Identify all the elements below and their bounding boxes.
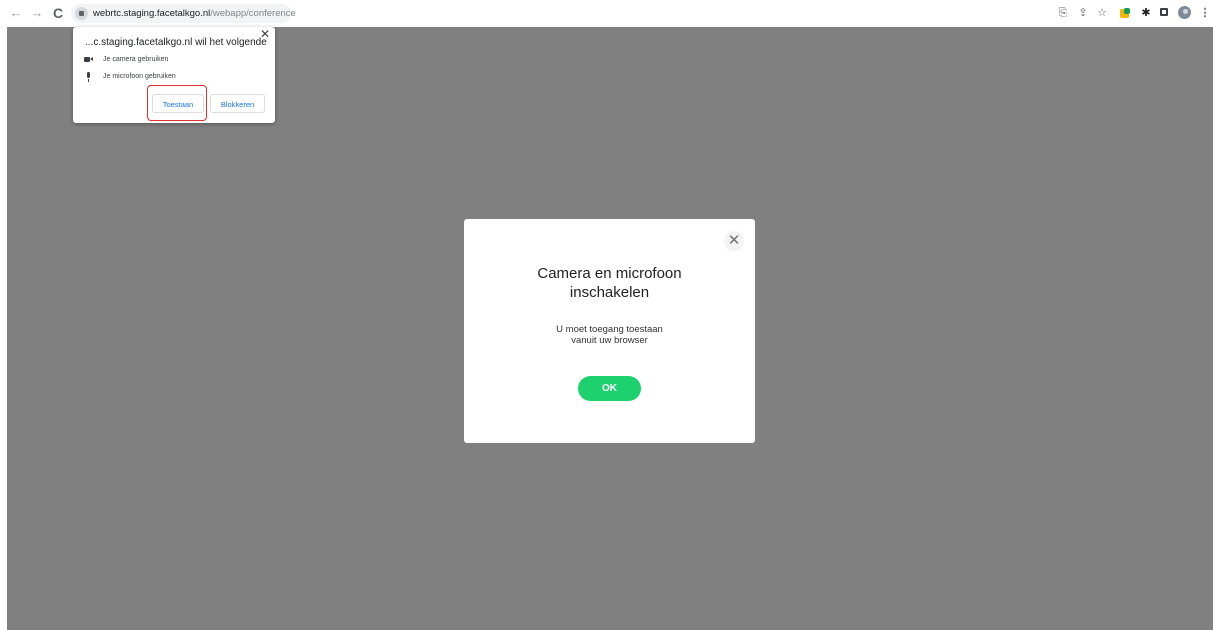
close-icon[interactable]: ✕ <box>724 231 744 251</box>
share-icon[interactable]: ⇪ <box>1076 6 1090 20</box>
forward-icon[interactable]: → <box>29 5 45 21</box>
modal-title: Camera en microfoon inschakelen <box>464 264 755 302</box>
address-bar[interactable]: webrtc.staging.facetalkgo.nl/webapp/conf… <box>71 4 296 23</box>
bookmark-star-icon[interactable]: ☆ <box>1095 6 1109 20</box>
reload-icon[interactable]: C <box>50 5 66 21</box>
extensions-puzzle-icon[interactable]: ✱ <box>1139 6 1153 20</box>
camera-icon <box>83 54 95 66</box>
extension-icon[interactable] <box>1120 8 1130 18</box>
close-icon[interactable]: ✕ <box>258 27 272 41</box>
ok-button[interactable]: OK <box>578 376 641 401</box>
permission-popup: ...c.staging.facetalkgo.nl wil het volge… <box>73 27 275 123</box>
allow-button[interactable]: Toestaan <box>152 94 204 113</box>
browser-toolbar: ← → C webrtc.staging.facetalkgo.nl/webap… <box>0 0 1213 27</box>
modal-message-line2: vanuit uw browser <box>571 335 648 346</box>
modal-title-line2: inschakelen <box>569 284 650 301</box>
microphone-permission-label: Je microfoon gebruiken <box>103 73 176 80</box>
translate-icon[interactable]: ⎘ <box>1056 6 1070 20</box>
back-icon[interactable]: ← <box>8 5 24 21</box>
url-host: webrtc.staging.facetalkgo.nl <box>93 8 211 19</box>
url-text[interactable]: webrtc.staging.facetalkgo.nl/webapp/conf… <box>93 7 296 20</box>
profile-avatar-icon[interactable] <box>1178 6 1191 19</box>
permission-modal: ✕ Camera en microfoon inschakelen U moet… <box>464 219 755 443</box>
side-panel-icon[interactable] <box>1160 8 1168 16</box>
modal-message: U moet toegang toestaan vanuit uw browse… <box>464 324 755 346</box>
modal-message-line1: U moet toegang toestaan <box>556 324 663 335</box>
block-button[interactable]: Blokkeren <box>210 94 265 113</box>
lock-icon[interactable] <box>75 7 88 20</box>
camera-permission-label: Je camera gebruiken <box>103 56 169 63</box>
camera-permission-row: Je camera gebruiken <box>83 54 168 66</box>
url-path: /webapp/conference <box>210 8 296 19</box>
permission-title: ...c.staging.facetalkgo.nl wil het volge… <box>85 37 267 48</box>
modal-title-line1: Camera en microfoon <box>537 265 682 282</box>
microphone-icon <box>83 71 95 83</box>
menu-kebab-icon[interactable]: ⋮ <box>1198 6 1212 20</box>
microphone-permission-row: Je microfoon gebruiken <box>83 71 176 83</box>
